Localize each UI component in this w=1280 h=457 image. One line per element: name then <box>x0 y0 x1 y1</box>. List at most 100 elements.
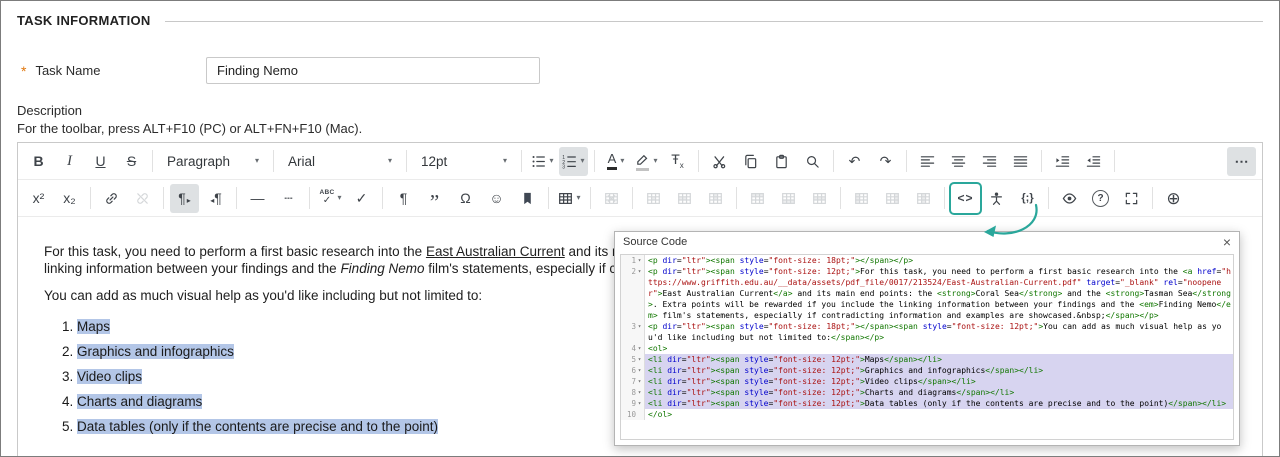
code-line: 9 ▾ <li dir="ltr"><span style="font-size: … <box>621 398 1233 409</box>
rtl-direction-button[interactable]: ◂¶ <box>201 184 230 213</box>
bold-button[interactable]: B <box>24 147 53 176</box>
fold-arrow-icon[interactable]: ▾ <box>636 266 643 277</box>
undo-button[interactable]: ↶ <box>840 147 869 176</box>
search-button[interactable] <box>798 147 827 176</box>
toolbar-separator <box>590 187 591 209</box>
paragraph-mark-button[interactable]: ¶ <box>389 184 418 213</box>
chevron-down-icon: ▾ <box>653 156 658 165</box>
insert-link-button[interactable] <box>97 184 126 213</box>
code-text: </ol> <box>648 410 673 419</box>
preview-button[interactable] <box>1055 184 1084 213</box>
outdent-button[interactable] <box>1079 147 1108 176</box>
spell-check-button[interactable]: ABC ✓ ▾ <box>316 184 345 213</box>
bullet-list-button[interactable]: ▾ <box>528 147 557 176</box>
insert-button[interactable]: ⊕ <box>1159 184 1188 213</box>
source-code-button[interactable]: <> <box>951 184 980 213</box>
code-line: 3 ▾ <p dir="ltr"><span style="font-size: 1… <box>621 321 1233 343</box>
close-icon[interactable]: × <box>1223 235 1231 249</box>
copy-button[interactable] <box>736 147 765 176</box>
emoticons-button[interactable]: ☺ <box>482 184 511 213</box>
superscript-button[interactable]: x² <box>24 184 53 213</box>
font-family-select[interactable]: Arial ▾ <box>281 147 399 176</box>
toolbar-separator <box>1114 150 1115 172</box>
cut-button[interactable] <box>705 147 734 176</box>
fold-arrow-icon[interactable]: ▾ <box>636 387 643 398</box>
strikethrough-button[interactable]: S <box>117 147 146 176</box>
indent-button[interactable] <box>1048 147 1077 176</box>
blockquote-button[interactable]: ” <box>420 184 449 213</box>
toolbar-separator <box>736 187 737 209</box>
chevron-down-icon: ▾ <box>254 156 259 165</box>
fullscreen-button[interactable] <box>1117 184 1146 213</box>
align-center-button[interactable] <box>944 147 973 176</box>
toolbar-separator <box>548 187 549 209</box>
split-cell-button <box>701 184 730 213</box>
merge-cells-button <box>670 184 699 213</box>
clear-formatting-button[interactable]: Ŧx <box>663 147 692 176</box>
fold-arrow-icon[interactable]: ▾ <box>636 354 643 365</box>
code-text: <li dir="ltr"><span style="font-size: 12… <box>645 387 1233 398</box>
code-text: <li dir="ltr"><span style="font-size: 12… <box>645 365 1233 376</box>
numbered-list-button[interactable]: 1 2 3 ▾ <box>559 146 588 176</box>
font-size-select[interactable]: 12pt ▾ <box>414 147 514 176</box>
text-color-button[interactable]: A ▾ <box>601 147 630 176</box>
paragraph-format-select[interactable]: Paragraph ▾ <box>160 147 266 176</box>
task-name-input[interactable] <box>206 57 540 84</box>
underline-button[interactable]: U <box>86 147 115 176</box>
line-number-gutter: 3 ▾ <box>621 321 645 343</box>
task-name-label: Task Name <box>35 63 101 78</box>
fold-arrow-icon[interactable]: ▾ <box>636 321 643 332</box>
page-break-button[interactable]: ┄ <box>274 184 303 213</box>
align-right-button[interactable] <box>975 147 1004 176</box>
fold-arrow-icon[interactable]: ▾ <box>636 398 643 409</box>
code-line: 4 ▾ <ol> <box>621 343 1233 354</box>
toolbar-separator <box>273 150 274 172</box>
fold-arrow-icon[interactable]: ▾ <box>636 255 643 266</box>
help-button[interactable]: ? <box>1086 184 1115 213</box>
subscript-button[interactable]: x₂ <box>55 184 84 213</box>
toolbar-separator <box>1152 187 1153 209</box>
anchor-button[interactable] <box>513 184 542 213</box>
toolbar-separator <box>1041 150 1042 172</box>
toolbar-separator <box>698 150 699 172</box>
fold-arrow-icon[interactable]: ▾ <box>636 376 643 387</box>
line-number-gutter: 10 <box>621 409 645 420</box>
more-options-button[interactable]: ⋯ <box>1227 146 1256 176</box>
code-text: <p dir="ltr"><span style="font-size: 18p… <box>648 256 914 265</box>
accessibility-checker-button[interactable] <box>982 184 1011 213</box>
ltr-direction-button[interactable]: ¶▸ <box>170 183 199 213</box>
paste-button[interactable] <box>767 147 796 176</box>
align-justify-button[interactable] <box>1006 147 1035 176</box>
toolbar-separator <box>382 187 383 209</box>
chevron-down-icon: ▾ <box>576 193 581 202</box>
source-code-editor[interactable]: 1 ▾ <p dir="ltr"><span style="font-size: 1… <box>620 254 1234 440</box>
highlight-color-button[interactable]: ▾ <box>632 147 661 176</box>
delete-column-button <box>909 184 938 213</box>
italic-button[interactable]: I <box>55 147 84 176</box>
toolbar-separator <box>152 150 153 172</box>
code-text: <li dir="ltr"><span style="font-size: 12… <box>645 376 1233 387</box>
code-sample-button[interactable]: {;} <box>1013 184 1042 213</box>
insert-table-button[interactable]: ▾ <box>555 184 584 213</box>
toolbar-separator <box>1048 187 1049 209</box>
fold-arrow-icon[interactable]: ▾ <box>636 365 643 376</box>
align-left-button[interactable] <box>913 147 942 176</box>
code-line: 8 ▾ <li dir="ltr"><span style="font-size: … <box>621 387 1233 398</box>
horizontal-rule-button[interactable]: ― <box>243 184 272 213</box>
fold-arrow-icon[interactable]: ▾ <box>636 343 643 354</box>
content-link[interactable]: East Australian Current <box>426 244 565 259</box>
delete-row-button <box>805 184 834 213</box>
redo-button[interactable]: ↷ <box>871 147 900 176</box>
special-character-button[interactable]: Ω <box>451 184 480 213</box>
code-line: 6 ▾ <li dir="ltr"><span style="font-size: … <box>621 365 1233 376</box>
page-header: TASK INFORMATION <box>1 1 1279 28</box>
code-line: 5 ▾ <li dir="ltr"><span style="font-size: … <box>621 354 1233 365</box>
chevron-down-icon: ▾ <box>387 156 392 165</box>
toolbar-separator <box>163 187 164 209</box>
rich-text-editor: B I U S Paragraph ▾ Arial ▾ 12pt ▾ ▾ 1 2 3 ▾ A ▾ ▾ Ŧx ↶ ↷ ⋯ x… <box>17 142 1263 456</box>
toolbar-hint: For the toolbar, press ALT+F10 (PC) or A… <box>17 121 363 136</box>
code-text: <li dir="ltr"><span style="font-size: 12… <box>645 398 1233 409</box>
line-number: 10 <box>626 410 636 419</box>
spell-check-toggle-button[interactable]: ✓ <box>347 184 376 213</box>
line-number-gutter: 2 ▾ <box>621 266 645 321</box>
